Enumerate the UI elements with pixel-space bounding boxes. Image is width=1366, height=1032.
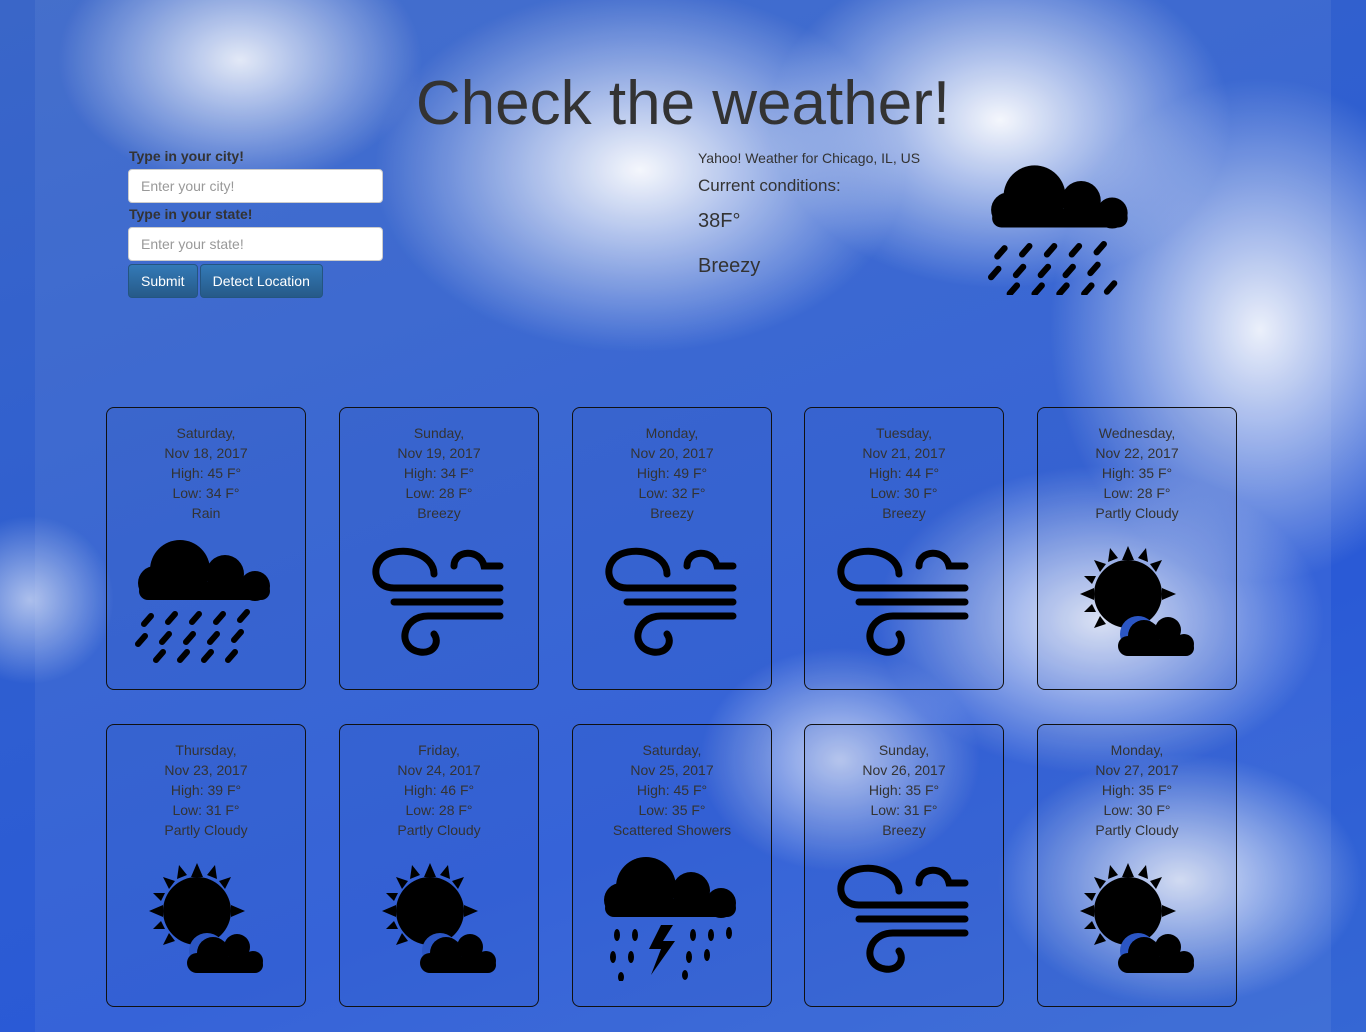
forecast-text: Monday, Nov 27, 2017 High: 35 F° Low: 30 F°…: [1038, 740, 1236, 840]
forecast-date: Nov 20, 2017: [630, 445, 714, 461]
wind-icon: [372, 547, 504, 656]
forecast-day: Monday,: [1110, 742, 1164, 758]
forecast-low: Low: 31 F°: [172, 802, 240, 818]
forecast-day: Monday,: [645, 425, 699, 441]
page-title: Check the weather!: [415, 69, 951, 138]
forecast-high: High: 45 F°: [636, 782, 708, 798]
forecast-date: Nov 21, 2017: [862, 445, 946, 461]
forecast-text: Saturday, Nov 25, 2017 High: 45 F° Low: 35 …: [573, 740, 771, 840]
forecast-card: Sunday, Nov 26, 2017 High: 35 F° Low: 31 F°…: [804, 724, 1004, 1007]
forecast-date: Nov 23, 2017: [164, 762, 248, 778]
forecast-condition: Rain: [191, 505, 221, 521]
forecast-text: Monday, Nov 20, 2017 High: 49 F° Low: 32 F°…: [573, 423, 771, 523]
forecast-card: Saturday, Nov 18, 2017 High: 45 F° Low: 34 …: [106, 407, 306, 690]
forecast-high: High: 35 F°: [1101, 465, 1173, 481]
forecast-text: Tuesday, Nov 21, 2017 High: 44 F° Low: 30 F…: [805, 423, 1003, 523]
forecast-low: Low: 28 F°: [405, 802, 473, 818]
forecast-high: High: 35 F°: [1101, 782, 1173, 798]
forecast-condition: Scattered Showers: [612, 822, 732, 838]
forecast-text: Wednesday, Nov 22, 2017 High: 35 F° Low: 28…: [1038, 423, 1236, 523]
current-conditions-heading: Current conditions:: [698, 176, 841, 195]
forecast-low: Low: 30 F°: [870, 485, 938, 501]
forecast-card: Monday, Nov 20, 2017 High: 49 F° Low: 32 F°…: [572, 407, 772, 690]
weather-source: Yahoo! Weather for Chicago, IL, US: [698, 150, 921, 166]
wind-icon: [837, 547, 969, 656]
forecast-day: Sunday,: [413, 425, 465, 441]
detect-location-button[interactable]: Detect Location: [199, 264, 323, 298]
forecast-date: Nov 25, 2017: [630, 762, 714, 778]
forecast-text: Sunday, Nov 26, 2017 High: 35 F° Low: 31 F°…: [805, 740, 1003, 840]
forecast-day: Wednesday,: [1098, 425, 1176, 441]
forecast-date: Nov 19, 2017: [397, 445, 481, 461]
rain-icon: [135, 540, 270, 663]
forecast-low: Low: 32 F°: [638, 485, 706, 501]
forecast-high: High: 45 F°: [170, 465, 242, 481]
current-conditions: Yahoo! Weather for Chicago, IL, US Curre…: [698, 148, 978, 278]
forecast-day: Thursday,: [175, 742, 237, 758]
forecast-condition: Breezy: [882, 505, 926, 521]
forecast-text: Friday, Nov 24, 2017 High: 46 F° Low: 28 F°…: [340, 740, 538, 840]
forecast-text: Thursday, Nov 23, 2017 High: 39 F° Low: 31 …: [107, 740, 305, 840]
forecast-high: High: 35 F°: [868, 782, 940, 798]
forecast-date: Nov 24, 2017: [397, 762, 481, 778]
forecast-condition: Partly Cloudy: [164, 822, 248, 838]
city-label: Type in your city!: [129, 148, 244, 164]
forecast-low: Low: 28 F°: [1103, 485, 1171, 501]
forecast-day: Sunday,: [878, 742, 930, 758]
forecast-low: Low: 30 F°: [1103, 802, 1171, 818]
partly-cloudy-icon: [149, 863, 263, 973]
thunderstorm-icon: [604, 857, 736, 981]
forecast-condition: Breezy: [882, 822, 926, 838]
state-label: Type in your state!: [129, 206, 253, 222]
forecast-high: High: 44 F°: [868, 465, 940, 481]
forecast-date: Nov 22, 2017: [1095, 445, 1179, 461]
forecast-date: Nov 26, 2017: [862, 762, 946, 778]
forecast-day: Tuesday,: [875, 425, 933, 441]
forecast-card: Monday, Nov 27, 2017 High: 35 F° Low: 30 F°…: [1037, 724, 1237, 1007]
rain-icon: [988, 165, 1128, 295]
forecast-high: High: 49 F°: [636, 465, 708, 481]
forecast-card: Sunday, Nov 19, 2017 High: 34 F° Low: 28 F°…: [339, 407, 539, 690]
forecast-card: Friday, Nov 24, 2017 High: 46 F° Low: 28 F°…: [339, 724, 539, 1007]
forecast-day: Friday,: [418, 742, 460, 758]
forecast-high: High: 34 F°: [403, 465, 475, 481]
forecast-condition: Breezy: [417, 505, 461, 521]
forecast-high: High: 46 F°: [403, 782, 475, 798]
forecast-low: Low: 34 F°: [172, 485, 240, 501]
forecast-text: Saturday, Nov 18, 2017 High: 45 F° Low: 34 …: [107, 423, 305, 523]
forecast-condition: Breezy: [650, 505, 694, 521]
forecast-low: Low: 31 F°: [870, 802, 938, 818]
forecast-date: Nov 18, 2017: [164, 445, 248, 461]
city-input[interactable]: [128, 169, 383, 203]
forecast-card: Thursday, Nov 23, 2017 High: 39 F° Low: 31 …: [106, 724, 306, 1007]
forecast-card: Wednesday, Nov 22, 2017 High: 35 F° Low: 28…: [1037, 407, 1237, 690]
forecast-low: Low: 35 F°: [638, 802, 706, 818]
current-temperature: 38F°: [698, 210, 741, 232]
current-condition-text: Breezy: [698, 255, 761, 277]
forecast-condition: Partly Cloudy: [1095, 505, 1179, 521]
forecast-text: Sunday, Nov 19, 2017 High: 34 F° Low: 28 F°…: [340, 423, 538, 523]
forecast-condition: Partly Cloudy: [1095, 822, 1179, 838]
forecast-card: Tuesday, Nov 21, 2017 High: 44 F° Low: 30 F…: [804, 407, 1004, 690]
partly-cloudy-icon: [1080, 546, 1194, 656]
wind-icon: [605, 547, 737, 656]
wind-icon: [837, 864, 969, 973]
forecast-low: Low: 28 F°: [405, 485, 473, 501]
forecast-day: Saturday,: [642, 742, 702, 758]
partly-cloudy-icon: [1080, 863, 1194, 973]
form-buttons: Submit Detect Location: [128, 264, 384, 298]
submit-button[interactable]: Submit: [128, 264, 198, 298]
forecast-high: High: 39 F°: [170, 782, 242, 798]
state-input[interactable]: [128, 227, 383, 261]
forecast-card: Saturday, Nov 25, 2017 High: 45 F° Low: 35 …: [572, 724, 772, 1007]
partly-cloudy-icon: [382, 863, 496, 973]
forecast-condition: Partly Cloudy: [397, 822, 481, 838]
forecast-day: Saturday,: [176, 425, 236, 441]
location-form: Type in your city! Type in your state! S…: [128, 148, 384, 298]
forecast-date: Nov 27, 2017: [1095, 762, 1179, 778]
